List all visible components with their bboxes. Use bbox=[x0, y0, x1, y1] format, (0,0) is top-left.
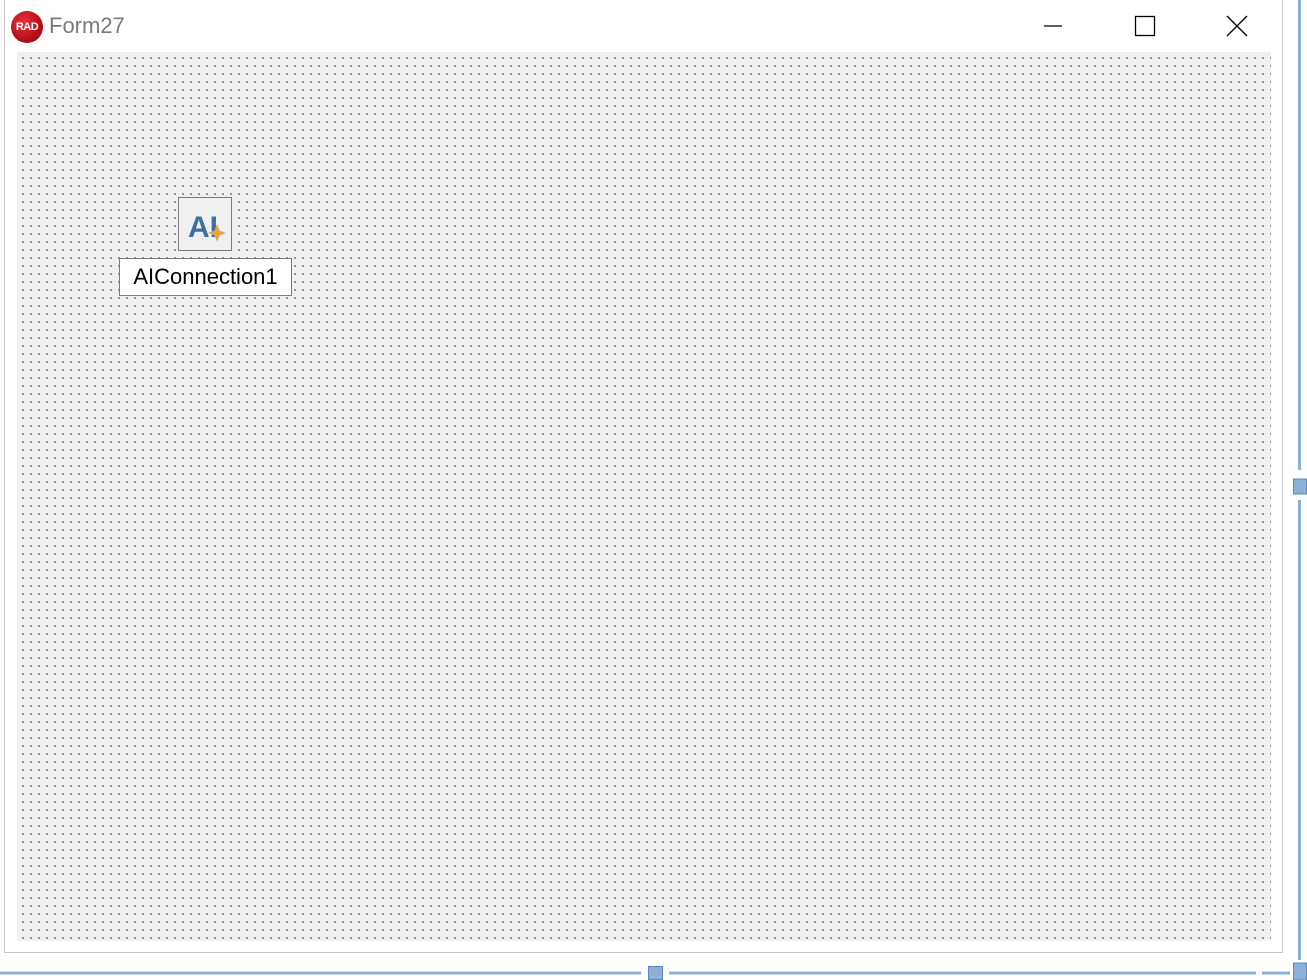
ai-connection-component[interactable]: AI bbox=[178, 197, 232, 251]
horizontal-splitter-thumb[interactable] bbox=[648, 966, 663, 980]
form-design-surface[interactable]: AI AIConnection1 bbox=[17, 52, 1271, 941]
rad-logo-icon: RAD bbox=[11, 11, 43, 43]
ai-connection-icon: AI bbox=[188, 211, 226, 244]
title-bar[interactable]: RAD Form27 bbox=[5, 0, 1282, 52]
maximize-icon bbox=[1134, 15, 1156, 37]
minimize-icon bbox=[1044, 25, 1062, 27]
close-icon bbox=[1226, 15, 1248, 37]
close-button[interactable] bbox=[1191, 0, 1283, 52]
maximize-button[interactable] bbox=[1099, 0, 1191, 52]
horizontal-splitter[interactable] bbox=[0, 966, 1307, 980]
vertical-splitter-thumb[interactable] bbox=[1293, 478, 1307, 495]
ai-glyph: AI bbox=[188, 211, 218, 244]
minimize-button[interactable] bbox=[1007, 0, 1099, 52]
component-name-label: AIConnection1 bbox=[119, 258, 292, 296]
window-title: Form27 bbox=[49, 13, 125, 38]
ide-designer-stage: RAD Form27 AI AIConnection1 bbox=[0, 0, 1307, 980]
form-window[interactable]: RAD Form27 AI AIConnection1 bbox=[4, 0, 1283, 953]
vertical-splitter[interactable] bbox=[1292, 0, 1307, 980]
